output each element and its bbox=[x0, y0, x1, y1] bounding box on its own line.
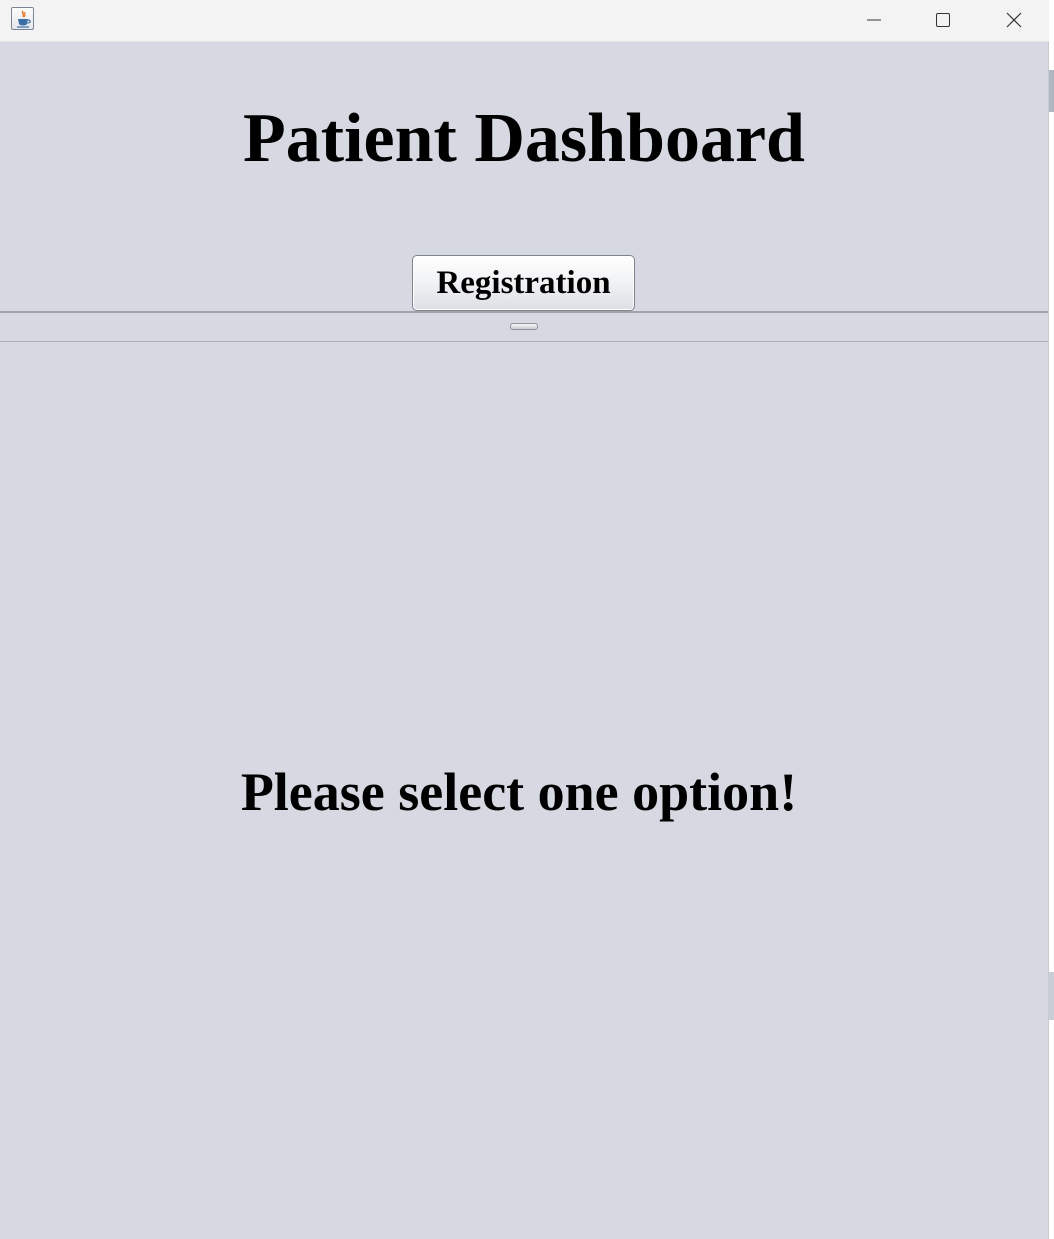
minimize-button[interactable] bbox=[840, 0, 908, 40]
background-window-edge bbox=[1049, 70, 1054, 112]
maximize-button[interactable] bbox=[909, 0, 977, 40]
close-icon bbox=[1006, 12, 1022, 28]
dashboard-header-panel: Patient Dashboard Registration bbox=[0, 42, 1048, 312]
maximize-icon bbox=[936, 13, 950, 27]
background-window-edge bbox=[1049, 972, 1054, 1020]
java-app-icon[interactable] bbox=[11, 7, 34, 30]
content-panel: Please select one option! bbox=[0, 342, 1048, 1239]
split-pane-divider[interactable] bbox=[0, 311, 1048, 342]
divider-grip-icon[interactable] bbox=[510, 323, 538, 330]
minimize-icon bbox=[867, 19, 881, 21]
page-title: Patient Dashboard bbox=[243, 100, 805, 177]
title-bar[interactable] bbox=[0, 0, 1049, 42]
close-button[interactable] bbox=[980, 0, 1048, 40]
app-window: Patient Dashboard Registration Please se… bbox=[0, 0, 1049, 1239]
placeholder-message: Please select one option! bbox=[240, 762, 798, 822]
registration-button[interactable]: Registration bbox=[412, 255, 635, 311]
